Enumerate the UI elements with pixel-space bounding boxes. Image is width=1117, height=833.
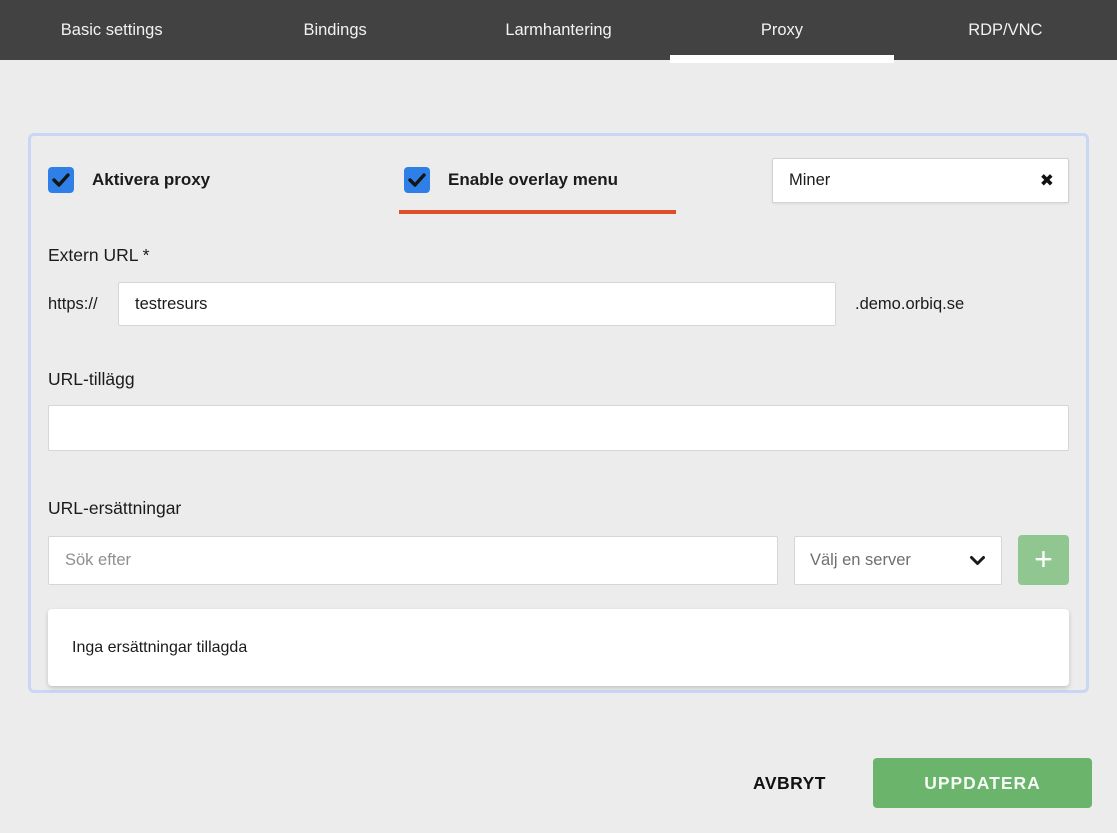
search-input[interactable] xyxy=(48,536,778,585)
aktivera-proxy-checkbox[interactable] xyxy=(48,167,74,193)
enable-overlay-checkbox-group[interactable]: Enable overlay menu xyxy=(404,167,618,193)
url-ersattningar-row: Välj en server + xyxy=(48,535,1069,585)
proxy-name-box: ✖ xyxy=(772,158,1069,203)
cancel-button[interactable]: AVBRYT xyxy=(753,773,826,794)
footer-actions: AVBRYT UPPDATERA xyxy=(0,758,1092,808)
add-replacement-button[interactable]: + xyxy=(1018,535,1069,585)
url-tillagg-input[interactable] xyxy=(48,405,1069,451)
server-select[interactable]: Välj en server xyxy=(794,536,1002,585)
chevron-down-icon xyxy=(969,555,986,566)
tab-bar: Basic settings Bindings Larmhantering Pr… xyxy=(0,0,1117,60)
tab-bindings[interactable]: Bindings xyxy=(223,0,446,60)
replacements-empty-text: Inga ersättningar tillagda xyxy=(72,639,247,657)
clear-icon[interactable]: ✖ xyxy=(1040,172,1054,189)
proxy-name-input[interactable] xyxy=(773,171,1040,190)
tab-larmhantering[interactable]: Larmhantering xyxy=(447,0,670,60)
url-tillagg-label: URL-tillägg xyxy=(48,369,1069,390)
aktivera-proxy-checkbox-group[interactable]: Aktivera proxy xyxy=(48,167,404,193)
url-ersattningar-label: URL-ersättningar xyxy=(48,498,1069,519)
url-prefix-label: https:// xyxy=(48,295,118,314)
extern-url-input[interactable] xyxy=(118,282,836,326)
tab-rdp-vnc[interactable]: RDP/VNC xyxy=(894,0,1117,60)
extern-url-label: Extern URL * xyxy=(48,245,1069,266)
url-suffix-label: .demo.orbiq.se xyxy=(855,295,964,314)
update-button[interactable]: UPPDATERA xyxy=(873,758,1092,808)
tab-proxy[interactable]: Proxy xyxy=(670,0,893,60)
checkmark-icon xyxy=(52,173,70,187)
server-select-value: Välj en server xyxy=(810,551,911,570)
checkmark-icon xyxy=(408,173,426,187)
extern-url-row: https:// .demo.orbiq.se xyxy=(48,282,1069,326)
tab-basic-settings[interactable]: Basic settings xyxy=(0,0,223,60)
enable-overlay-label: Enable overlay menu xyxy=(448,170,618,190)
proxy-settings-panel: Aktivera proxy Enable overlay menu ✖ Ext… xyxy=(28,133,1089,693)
plus-icon: + xyxy=(1034,543,1053,575)
toggles-row: Aktivera proxy Enable overlay menu ✖ xyxy=(48,156,1069,204)
aktivera-proxy-label: Aktivera proxy xyxy=(92,170,210,190)
replacements-empty-card: Inga ersättningar tillagda xyxy=(48,609,1069,686)
enable-overlay-checkbox[interactable] xyxy=(404,167,430,193)
